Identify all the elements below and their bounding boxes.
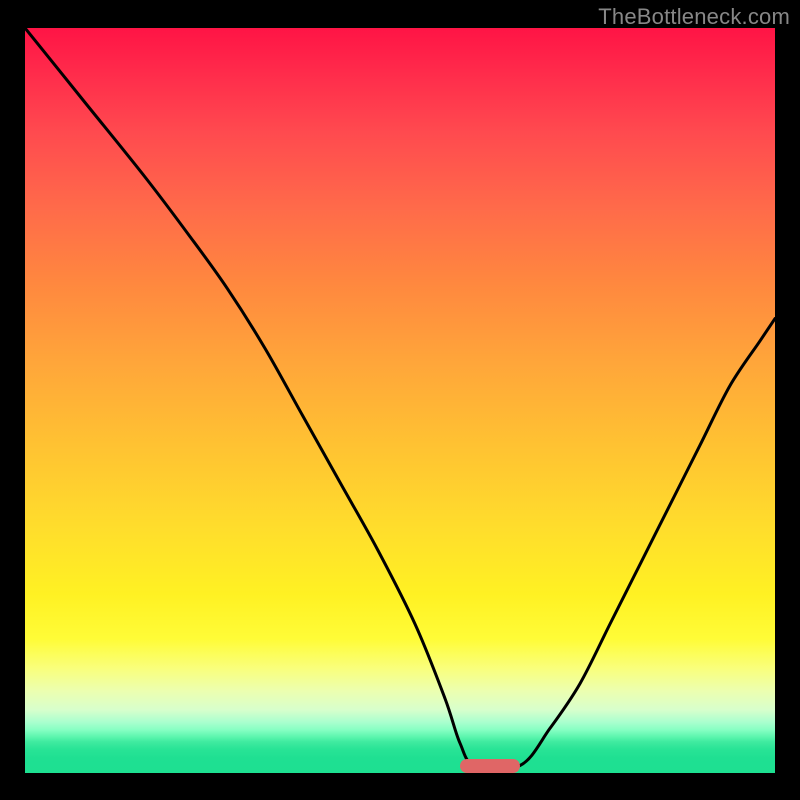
curve-svg	[25, 28, 775, 773]
watermark-text: TheBottleneck.com	[598, 4, 790, 30]
plot-area	[25, 28, 775, 773]
optimal-range-marker	[460, 759, 520, 773]
bottleneck-curve	[25, 28, 775, 769]
chart-frame: TheBottleneck.com	[0, 0, 800, 800]
